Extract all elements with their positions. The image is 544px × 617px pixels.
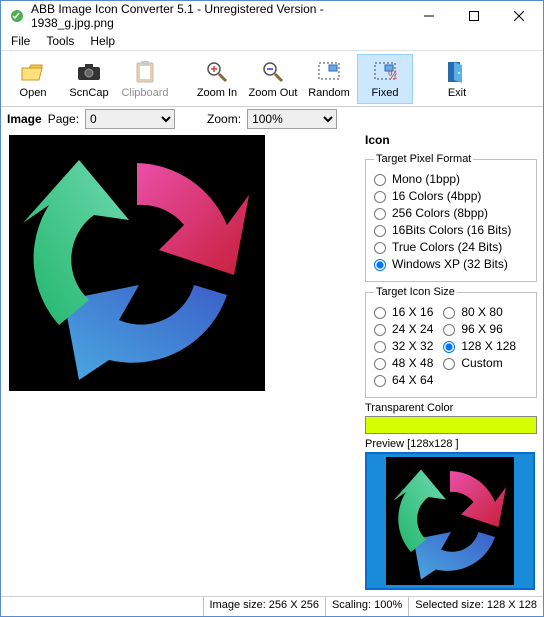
open-label: Open	[20, 87, 47, 99]
exit-icon	[446, 59, 468, 85]
fixed-button[interactable]: % Fixed	[357, 54, 413, 104]
arrows-image	[9, 135, 265, 391]
controls-row: Image Page: 0 Zoom: 100%	[1, 107, 543, 131]
page-select[interactable]: 0	[85, 109, 175, 129]
clipboard-icon	[134, 59, 156, 85]
exit-label: Exit	[448, 87, 466, 99]
image-canvas[interactable]	[9, 135, 265, 391]
zoom-label: Zoom:	[207, 112, 241, 126]
svg-text:%: %	[388, 68, 397, 82]
icon-pane: Icon Target Pixel Format Mono (1bpp) 16 …	[361, 131, 543, 596]
zoomout-icon	[261, 59, 285, 85]
menu-help[interactable]: Help	[82, 33, 123, 49]
status-bar: Image size: 256 X 256 Scaling: 100% Sele…	[1, 596, 543, 616]
transparent-color-swatch[interactable]	[365, 416, 537, 434]
preview-canvas	[386, 457, 514, 585]
tis-24[interactable]: 24 X 24	[374, 321, 433, 338]
tpf-mono[interactable]: Mono (1bpp)	[374, 171, 528, 188]
scncap-label: ScnCap	[69, 87, 108, 99]
tis-96[interactable]: 96 X 96	[443, 321, 516, 338]
zoomin-icon	[205, 59, 229, 85]
random-icon	[317, 59, 341, 85]
zoom-select[interactable]: 100%	[247, 109, 337, 129]
zoomout-label: Zoom Out	[249, 87, 298, 99]
scncap-button[interactable]: ScnCap	[61, 54, 117, 104]
menu-tools[interactable]: Tools	[38, 33, 82, 49]
tis-128[interactable]: 128 X 128	[443, 338, 516, 355]
tis-16[interactable]: 16 X 16	[374, 304, 433, 321]
icon-label: Icon	[365, 133, 537, 147]
status-image-size: Image size: 256 X 256	[203, 597, 325, 616]
status-selected: Selected size: 128 X 128	[408, 597, 543, 616]
tpf-256colors[interactable]: 256 Colors (8bpp)	[374, 205, 528, 222]
tpf-true[interactable]: True Colors (24 Bits)	[374, 239, 528, 256]
image-pane	[1, 131, 361, 596]
preview-label: Preview [128x128 ]	[365, 438, 537, 450]
tis-64[interactable]: 64 X 64	[374, 372, 433, 389]
page-label: Page:	[48, 112, 79, 126]
transparent-color-label: Transparent Color	[365, 402, 537, 414]
tis-32[interactable]: 32 X 32	[374, 338, 433, 355]
fixed-label: Fixed	[372, 87, 399, 99]
tis-legend: Target Icon Size	[374, 286, 457, 298]
target-icon-size-group: Target Icon Size 16 X 16 24 X 24 32 X 32…	[365, 286, 537, 398]
tis-custom[interactable]: Custom	[443, 355, 516, 372]
tpf-legend: Target Pixel Format	[374, 153, 473, 165]
folder-icon	[20, 59, 46, 85]
tpf-16colors[interactable]: 16 Colors (4bpp)	[374, 188, 528, 205]
zoomout-button[interactable]: Zoom Out	[245, 54, 301, 104]
menu-file[interactable]: File	[3, 33, 38, 49]
toolbar: Open ScnCap Clipboard Zoom In Zoom Out R…	[1, 51, 543, 107]
status-scaling: Scaling: 100%	[325, 597, 408, 616]
close-button[interactable]	[496, 2, 541, 30]
random-button[interactable]: Random	[301, 54, 357, 104]
maximize-button[interactable]	[451, 2, 496, 30]
clipboard-label: Clipboard	[121, 87, 168, 99]
title-bar: ABB Image Icon Converter 5.1 - Unregiste…	[1, 1, 543, 31]
main-area: Icon Target Pixel Format Mono (1bpp) 16 …	[1, 131, 543, 596]
camera-icon	[76, 59, 102, 85]
clipboard-button: Clipboard	[117, 54, 173, 104]
zoomin-button[interactable]: Zoom In	[189, 54, 245, 104]
preview-box	[365, 452, 535, 590]
tis-80[interactable]: 80 X 80	[443, 304, 516, 321]
fixed-icon: %	[373, 59, 397, 85]
open-button[interactable]: Open	[5, 54, 61, 104]
tis-48[interactable]: 48 X 48	[374, 355, 433, 372]
minimize-button[interactable]	[406, 2, 451, 30]
image-label: Image	[7, 112, 42, 126]
exit-button[interactable]: Exit	[429, 54, 485, 104]
target-pixel-format-group: Target Pixel Format Mono (1bpp) 16 Color…	[365, 153, 537, 282]
zoomin-label: Zoom In	[197, 87, 237, 99]
app-icon	[9, 8, 25, 24]
random-label: Random	[308, 87, 350, 99]
menu-bar: File Tools Help	[1, 31, 543, 51]
tpf-16bits[interactable]: 16Bits Colors (16 Bits)	[374, 222, 528, 239]
window-title: ABB Image Icon Converter 5.1 - Unregiste…	[31, 2, 406, 30]
tpf-xp[interactable]: Windows XP (32 Bits)	[374, 256, 528, 273]
